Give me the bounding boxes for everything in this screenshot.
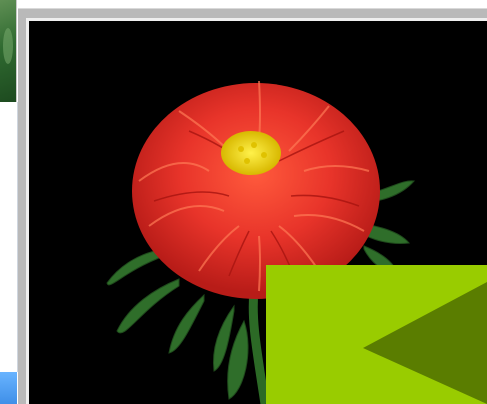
side-panel xyxy=(0,102,18,372)
previous-button[interactable] xyxy=(266,265,487,404)
triangle-left-icon xyxy=(363,282,487,404)
side-scroll-bar[interactable] xyxy=(0,372,17,404)
left-panel xyxy=(0,0,18,404)
previous-thumbnail[interactable] xyxy=(0,0,17,103)
